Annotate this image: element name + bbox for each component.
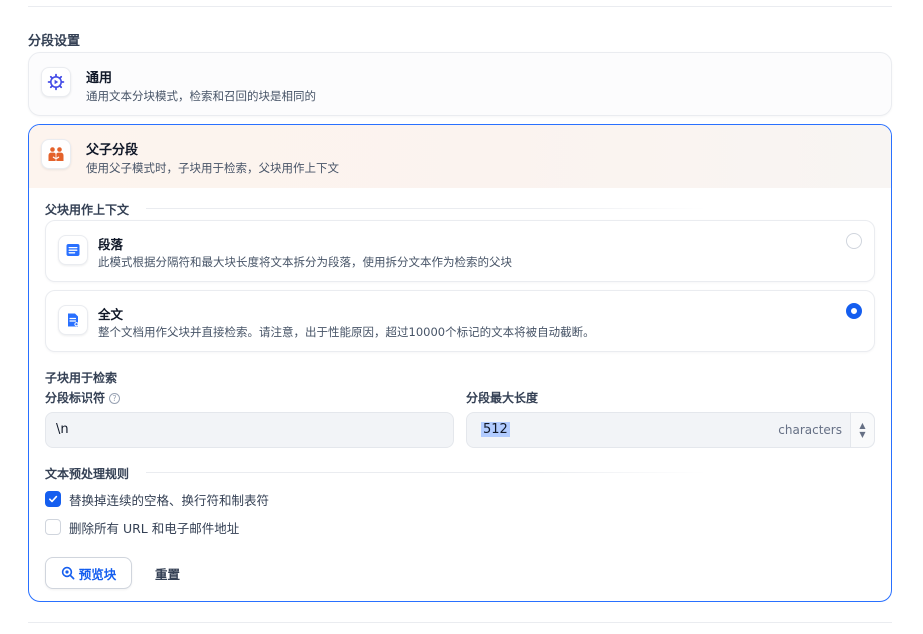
info-icon[interactable]: ? — [109, 393, 121, 404]
document-icon — [58, 305, 88, 335]
paragraph-option-description: 此模式根据分隔符和最大块长度将文本拆分为段落，使用拆分文本作为检索的父块 — [98, 255, 512, 269]
bottom-divider — [28, 622, 892, 623]
top-divider — [28, 6, 892, 7]
general-mode-description: 通用文本分块模式，检索和召回的块是相同的 — [86, 89, 316, 103]
separator-label-text: 分段标识符 — [45, 391, 106, 405]
max-length-unit: characters — [778, 423, 842, 437]
preview-chunks-label: 预览块 — [78, 566, 117, 582]
max-length-input[interactable]: 512 characters ▲ ▼ — [466, 412, 875, 448]
gear-icon — [41, 67, 71, 97]
reset-button[interactable]: 重置 — [147, 557, 188, 589]
general-mode-title: 通用 — [86, 71, 113, 86]
parent-context-heading: 父块用作上下文 — [45, 203, 130, 217]
stepper-down-icon[interactable]: ▼ — [859, 430, 865, 439]
paragraph-icon — [58, 235, 88, 265]
fulldoc-option-description: 整个文档用作父块并直接检索。请注意，出于性能原因，超过10000个标记的文本将被… — [98, 325, 595, 339]
separator-input[interactable]: \n — [45, 412, 454, 448]
child-retrieval-heading: 子块用于检索 — [45, 371, 118, 385]
separator-label: 分段标识符? — [45, 389, 121, 406]
stepper-up-icon[interactable]: ▲ — [859, 421, 865, 430]
rule-replace-whitespace-label: 替换掉连续的空格、换行符和制表符 — [69, 492, 270, 508]
check-icon — [49, 495, 58, 503]
rule-replace-whitespace-checkbox[interactable] — [45, 491, 61, 507]
parent-mode-fulldoc-option[interactable]: 全文 整个文档用作父块并直接检索。请注意，出于性能原因，超过10000个标记的文… — [45, 290, 875, 352]
max-length-stepper[interactable]: ▲ ▼ — [850, 413, 874, 447]
parent-child-title: 父子分段 — [86, 143, 139, 158]
general-mode-card[interactable]: 通用 通用文本分块模式，检索和召回的块是相同的 — [28, 52, 892, 116]
paragraph-option-title: 段落 — [98, 237, 124, 252]
preprocess-divider — [146, 472, 706, 473]
fulldoc-radio[interactable] — [846, 303, 862, 319]
parent-child-mode-card[interactable]: 父子分段 使用父子模式时，子块用于检索，父块用作上下文 父块用作上下文 段落 此… — [28, 124, 892, 602]
rule-replace-whitespace[interactable]: 替换掉连续的空格、换行符和制表符 — [45, 490, 269, 508]
rule-remove-urls[interactable]: 删除所有 URL 和电子邮件地址 — [45, 518, 239, 536]
preprocess-heading: 文本预处理规则 — [45, 467, 130, 481]
preview-chunks-button[interactable]: 预览块 — [45, 557, 132, 589]
search-icon — [61, 566, 75, 580]
parent-mode-paragraph-option[interactable]: 段落 此模式根据分隔符和最大块长度将文本拆分为段落，使用拆分文本作为检索的父块 — [45, 220, 875, 282]
rule-remove-urls-checkbox[interactable] — [45, 519, 61, 535]
parent-child-icon — [41, 139, 71, 169]
parent-child-header — [29, 125, 891, 188]
parent-context-divider — [146, 208, 706, 209]
parent-child-description: 使用父子模式时，子块用于检索，父块用作上下文 — [86, 161, 339, 175]
paragraph-radio[interactable] — [846, 233, 862, 249]
fulldoc-option-title: 全文 — [98, 307, 124, 322]
section-title: 分段设置 — [28, 34, 81, 49]
rule-remove-urls-label: 删除所有 URL 和电子邮件地址 — [69, 520, 240, 536]
max-length-label: 分段最大长度 — [466, 391, 539, 405]
max-length-value[interactable]: 512 — [481, 422, 510, 437]
